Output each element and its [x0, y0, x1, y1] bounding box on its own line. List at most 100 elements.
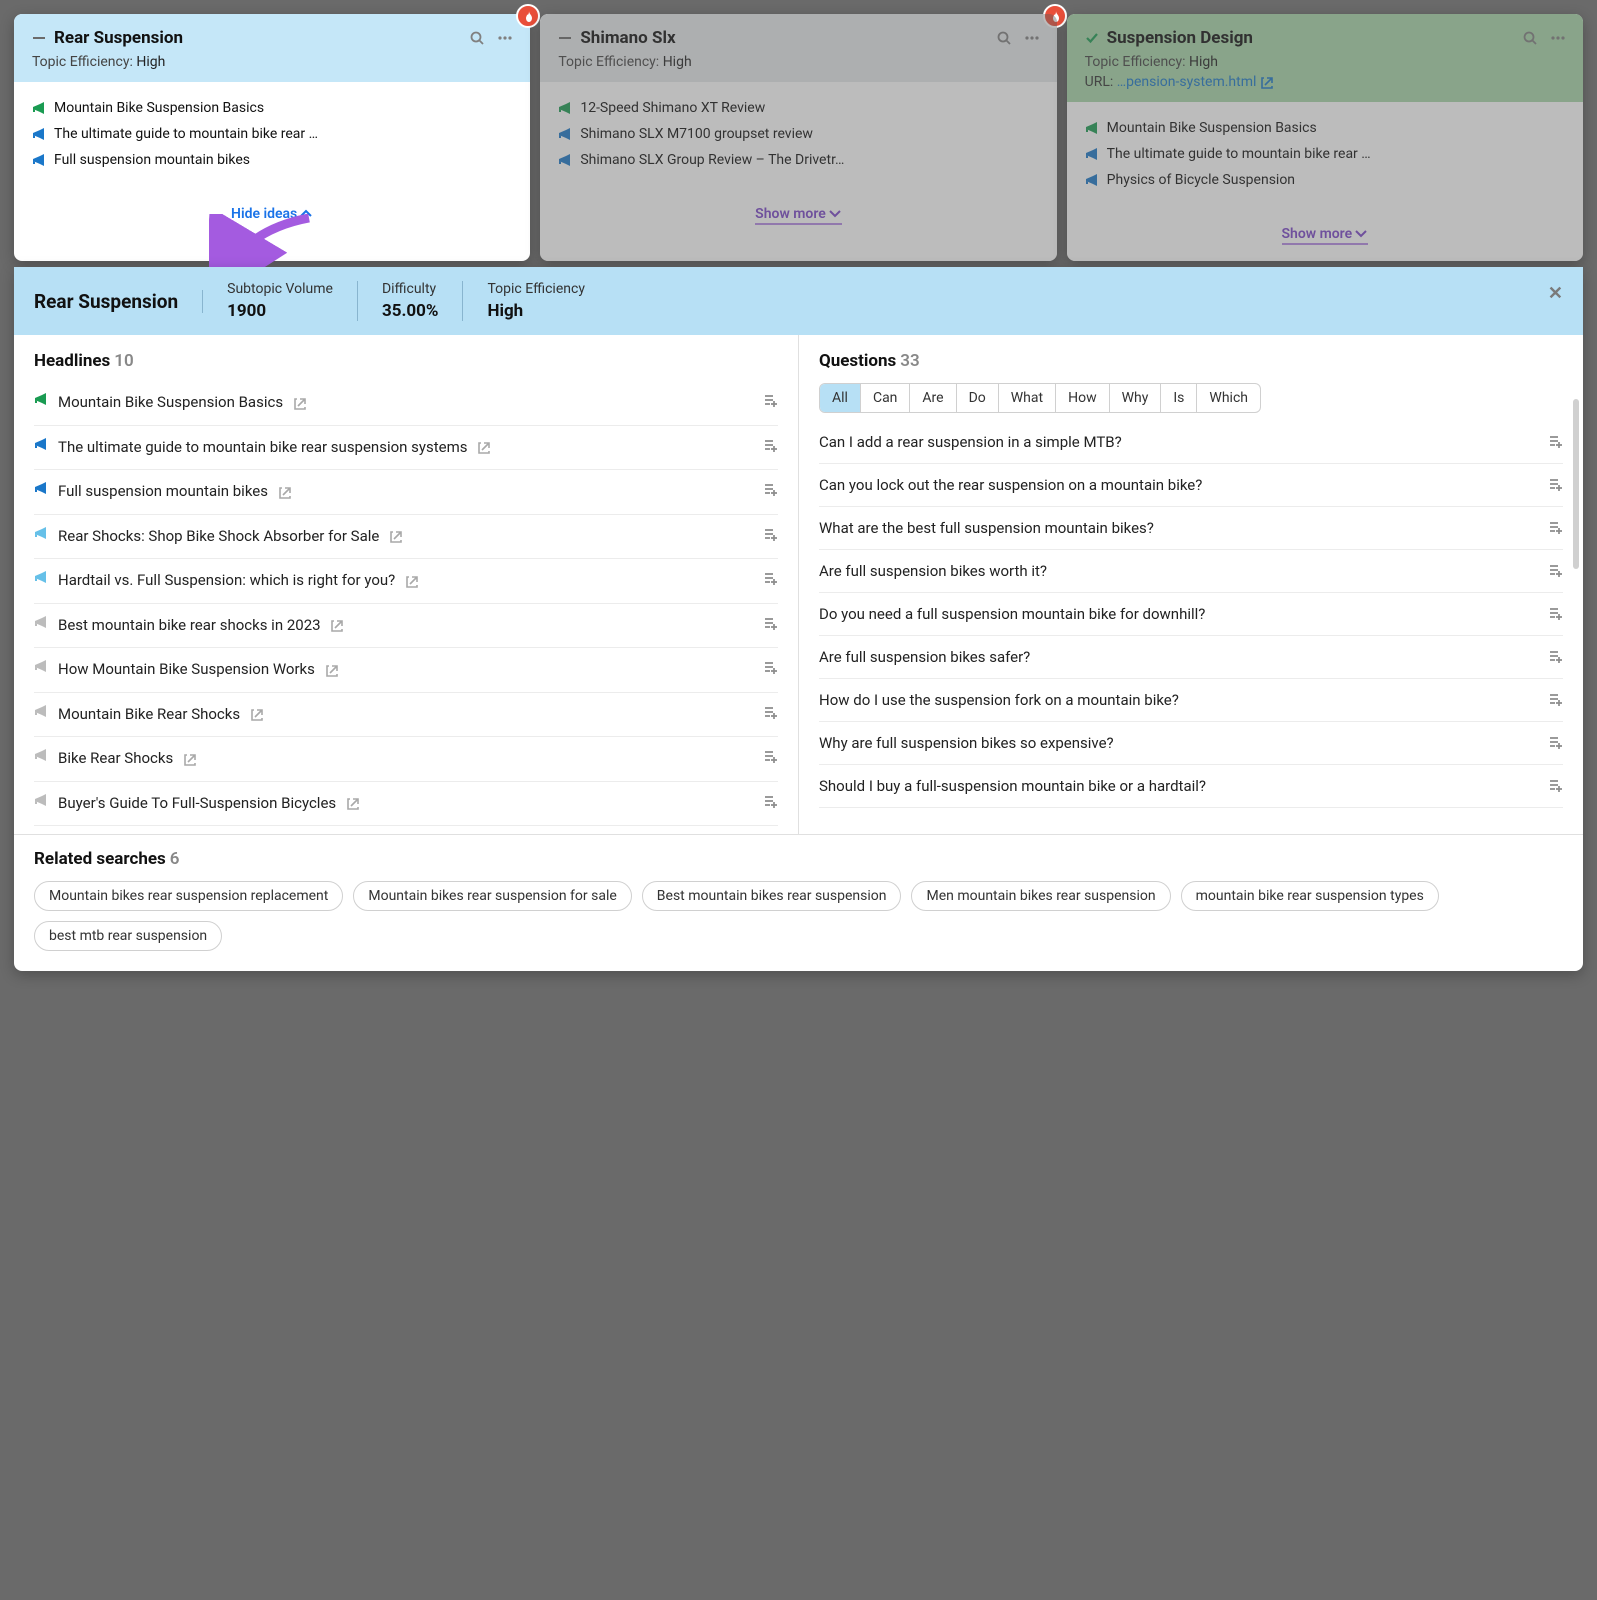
- search-icon[interactable]: [997, 30, 1011, 46]
- add-to-list-icon[interactable]: [1549, 692, 1563, 708]
- related-searches-section: Related searches6 Mountain bikes rear su…: [14, 834, 1583, 971]
- related-chip[interactable]: Best mountain bikes rear suspension: [642, 881, 902, 911]
- question-row[interactable]: Can you lock out the rear suspension on …: [819, 464, 1563, 507]
- headline-row[interactable]: Rear Shocks: Shop Bike Shock Absorber fo…: [34, 515, 778, 560]
- headline-row[interactable]: Hardtail vs. Full Suspension: which is r…: [34, 559, 778, 604]
- headline-row[interactable]: Buyer's Guide To Full-Suspension Bicycle…: [34, 782, 778, 827]
- add-to-list-icon[interactable]: [764, 482, 778, 498]
- question-row[interactable]: Do you need a full suspension mountain b…: [819, 593, 1563, 636]
- external-link-icon[interactable]: [250, 705, 263, 723]
- topic-card-shimano-slx[interactable]: Shimano Slx Topic Efficiency: High 12-Sp…: [540, 14, 1056, 261]
- tab-is[interactable]: Is: [1161, 384, 1197, 412]
- idea-item[interactable]: Full suspension mountain bikes: [32, 152, 512, 168]
- show-more-button[interactable]: Show more: [755, 206, 842, 225]
- idea-item[interactable]: Shimano SLX M7100 groupset review: [558, 126, 1038, 142]
- related-chip[interactable]: best mtb rear suspension: [34, 921, 222, 951]
- question-text: Are full suspension bikes safer?: [819, 648, 1539, 666]
- topic-card-rear-suspension[interactable]: Rear Suspension Topic Efficiency: High M…: [14, 14, 530, 261]
- question-text: Are full suspension bikes worth it?: [819, 562, 1539, 580]
- search-icon[interactable]: [1523, 30, 1537, 46]
- headline-text: Bike Rear Shocks: [58, 749, 754, 769]
- add-to-list-icon[interactable]: [1549, 735, 1563, 751]
- more-icon[interactable]: [498, 30, 512, 46]
- add-to-list-icon[interactable]: [764, 571, 778, 587]
- tab-do[interactable]: Do: [957, 384, 999, 412]
- more-icon[interactable]: [1551, 30, 1565, 46]
- add-to-list-icon[interactable]: [1549, 649, 1563, 665]
- detail-panel: Rear Suspension Subtopic Volume1900 Diff…: [14, 267, 1583, 971]
- external-link-icon[interactable]: [477, 438, 490, 456]
- collapse-icon[interactable]: [32, 31, 46, 45]
- idea-item[interactable]: Mountain Bike Suspension Basics: [1085, 120, 1565, 136]
- tab-how[interactable]: How: [1056, 384, 1110, 412]
- tab-can[interactable]: Can: [861, 384, 910, 412]
- related-chip[interactable]: mountain bike rear suspension types: [1181, 881, 1439, 911]
- external-link-icon[interactable]: [278, 482, 291, 500]
- question-text: Should I buy a full-suspension mountain …: [819, 777, 1539, 795]
- question-row[interactable]: Are full suspension bikes worth it?: [819, 550, 1563, 593]
- hide-ideas-button[interactable]: Hide ideas: [231, 206, 313, 222]
- tab-which[interactable]: Which: [1197, 384, 1260, 412]
- add-to-list-icon[interactable]: [1549, 520, 1563, 536]
- question-row[interactable]: Should I buy a full-suspension mountain …: [819, 765, 1563, 808]
- headline-row[interactable]: The ultimate guide to mountain bike rear…: [34, 426, 778, 471]
- headline-row[interactable]: Bike Rear Shocks: [34, 737, 778, 782]
- headlines-title: Headlines10: [34, 351, 778, 371]
- more-icon[interactable]: [1025, 30, 1039, 46]
- add-to-list-icon[interactable]: [764, 527, 778, 543]
- idea-item[interactable]: Mountain Bike Suspension Basics: [32, 100, 512, 116]
- add-to-list-icon[interactable]: [1549, 606, 1563, 622]
- idea-item[interactable]: The ultimate guide to mountain bike rear…: [32, 126, 512, 142]
- question-text: Do you need a full suspension mountain b…: [819, 605, 1539, 623]
- add-to-list-icon[interactable]: [764, 794, 778, 810]
- related-chip[interactable]: Mountain bikes rear suspension replaceme…: [34, 881, 343, 911]
- topic-card-suspension-design[interactable]: Suspension Design Topic Efficiency: High…: [1067, 14, 1583, 261]
- question-row[interactable]: How do I use the suspension fork on a mo…: [819, 679, 1563, 722]
- add-to-list-icon[interactable]: [764, 705, 778, 721]
- card-header: Shimano Slx Topic Efficiency: High: [540, 14, 1056, 82]
- question-row[interactable]: What are the best full suspension mounta…: [819, 507, 1563, 550]
- add-to-list-icon[interactable]: [1549, 778, 1563, 794]
- question-row[interactable]: Why are full suspension bikes so expensi…: [819, 722, 1563, 765]
- headline-row[interactable]: Mountain Bike Suspension Basics: [34, 383, 778, 426]
- headline-row[interactable]: Mountain Bike Rear Shocks: [34, 693, 778, 738]
- idea-item[interactable]: Shimano SLX Group Review – The Drivetr…: [558, 152, 1038, 168]
- tab-are[interactable]: Are: [910, 384, 956, 412]
- tab-what[interactable]: What: [999, 384, 1056, 412]
- add-to-list-icon[interactable]: [764, 749, 778, 765]
- question-row[interactable]: Can I add a rear suspension in a simple …: [819, 421, 1563, 464]
- external-link-icon[interactable]: [405, 571, 418, 589]
- headline-row[interactable]: Full suspension mountain bikes: [34, 470, 778, 515]
- external-link-icon[interactable]: [346, 794, 359, 812]
- external-link-icon[interactable]: [325, 660, 338, 678]
- question-row[interactable]: Are full suspension bikes safer?: [819, 636, 1563, 679]
- add-to-list-icon[interactable]: [764, 393, 778, 409]
- external-link-icon[interactable]: [293, 393, 306, 411]
- external-link-icon[interactable]: [1260, 74, 1273, 90]
- search-icon[interactable]: [470, 30, 484, 46]
- close-icon[interactable]: ✕: [1548, 283, 1563, 304]
- questions-title: Questions33: [819, 351, 1563, 371]
- related-chip[interactable]: Mountain bikes rear suspension for sale: [353, 881, 631, 911]
- tab-all[interactable]: All: [820, 384, 861, 412]
- related-title: Related searches6: [34, 849, 1563, 869]
- add-to-list-icon[interactable]: [764, 660, 778, 676]
- external-link-icon[interactable]: [183, 749, 196, 767]
- external-link-icon[interactable]: [389, 527, 402, 545]
- add-to-list-icon[interactable]: [1549, 477, 1563, 493]
- headline-row[interactable]: Best mountain bike rear shocks in 2023: [34, 604, 778, 649]
- add-to-list-icon[interactable]: [1549, 434, 1563, 450]
- add-to-list-icon[interactable]: [764, 616, 778, 632]
- tab-why[interactable]: Why: [1110, 384, 1162, 412]
- idea-item[interactable]: The ultimate guide to mountain bike rear…: [1085, 146, 1565, 162]
- add-to-list-icon[interactable]: [1549, 563, 1563, 579]
- external-link-icon[interactable]: [330, 616, 343, 634]
- idea-item[interactable]: 12-Speed Shimano XT Review: [558, 100, 1038, 116]
- collapse-icon[interactable]: [558, 31, 572, 45]
- related-chip[interactable]: Men mountain bikes rear suspension: [911, 881, 1170, 911]
- add-to-list-icon[interactable]: [764, 438, 778, 454]
- show-more-button[interactable]: Show more: [1282, 226, 1369, 245]
- headline-row[interactable]: How Mountain Bike Suspension Works: [34, 648, 778, 693]
- scrollbar[interactable]: [1573, 399, 1579, 569]
- idea-item[interactable]: Physics of Bicycle Suspension: [1085, 172, 1565, 188]
